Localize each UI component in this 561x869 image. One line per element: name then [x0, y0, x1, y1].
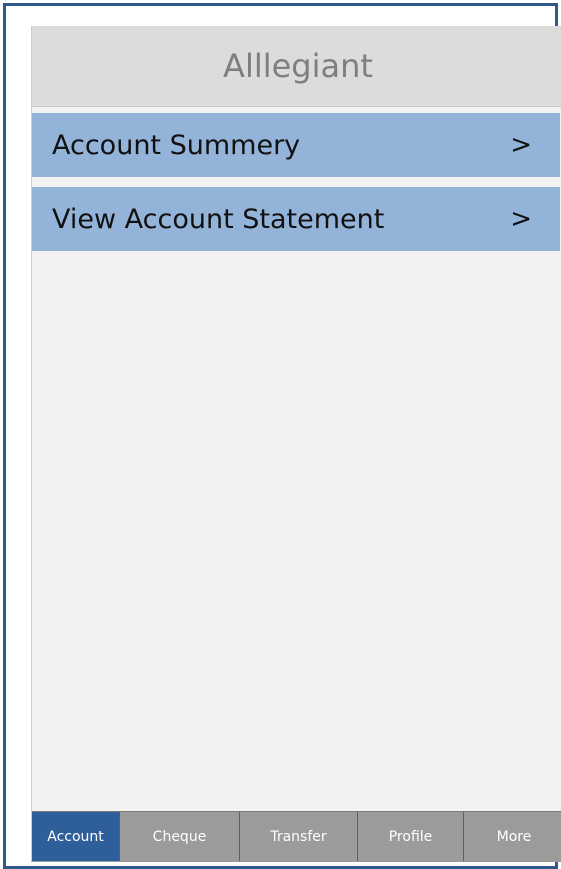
bottom-tab-bar: Account Cheque Transfer Profile More: [32, 811, 561, 861]
tab-label: More: [496, 828, 532, 845]
menu-item-label: View Account Statement: [52, 203, 385, 235]
app-screen: Alllegiant Account Summery > View Accoun…: [31, 26, 561, 862]
menu-item-view-account-statement[interactable]: View Account Statement >: [32, 187, 560, 251]
device-frame: Alllegiant Account Summery > View Accoun…: [3, 3, 561, 869]
tab-cheque[interactable]: Cheque: [119, 811, 239, 861]
chevron-right-icon: >: [510, 130, 532, 160]
tab-label: Cheque: [152, 828, 207, 845]
tab-account[interactable]: Account: [32, 811, 119, 861]
app-header: Alllegiant: [32, 26, 561, 107]
tab-more[interactable]: More: [463, 811, 561, 861]
tab-label: Transfer: [270, 828, 327, 845]
menu-item-account-summery[interactable]: Account Summery >: [32, 113, 560, 177]
menu-item-label: Account Summery: [52, 129, 301, 161]
chevron-right-icon: >: [510, 204, 532, 234]
app-title: Alllegiant: [223, 47, 373, 85]
tab-profile[interactable]: Profile: [357, 811, 463, 861]
tab-label: Account: [47, 828, 104, 845]
tab-transfer[interactable]: Transfer: [239, 811, 357, 861]
tab-label: Profile: [388, 828, 433, 845]
